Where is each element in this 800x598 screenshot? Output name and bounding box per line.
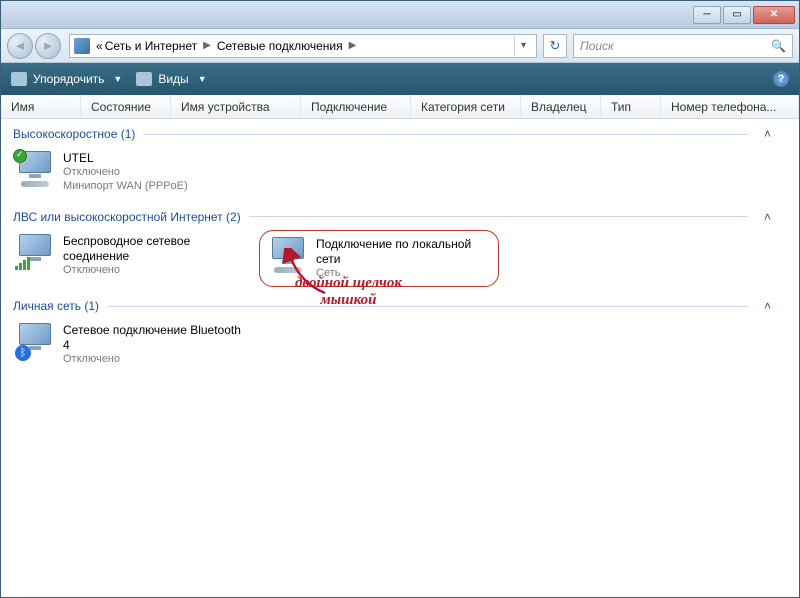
refresh-button[interactable]: ↻ <box>543 34 567 58</box>
connection-text: Беспроводное сетевое соединение Отключен… <box>63 234 247 278</box>
content-area: Высокоскоростное (1) ˄ UTEL Отключено Ми… <box>1 119 799 597</box>
connection-device: Минипорт WAN (PPPoE) <box>63 180 188 194</box>
connection-item-utel[interactable]: UTEL Отключено Минипорт WAN (PPPoE) <box>11 147 251 198</box>
views-label: Виды <box>158 72 188 86</box>
connection-name: UTEL <box>63 151 188 166</box>
forward-button[interactable]: ► <box>35 33 61 59</box>
group-items: UTEL Отключено Минипорт WAN (PPPoE) <box>1 145 799 206</box>
connection-name: Сетевое подключение Bluetooth 4 <box>63 323 247 353</box>
search-icon: 🔍 <box>771 39 786 53</box>
group-items: Беспроводное сетевое соединение Отключен… <box>1 228 799 296</box>
connection-text: Сетевое подключение Bluetooth 4 Отключен… <box>63 323 247 367</box>
connection-item-wireless[interactable]: Беспроводное сетевое соединение Отключен… <box>11 230 251 288</box>
organize-button[interactable]: Упорядочить ▼ <box>11 72 122 86</box>
back-button[interactable]: ◄ <box>7 33 33 59</box>
column-header[interactable]: Имя устройства <box>171 95 301 118</box>
collapse-icon[interactable]: ˄ <box>748 210 787 224</box>
help-button[interactable]: ? <box>773 71 789 87</box>
breadcrumb-sep: ▶ <box>199 40 215 51</box>
group-title: Личная сеть (1) <box>13 299 99 313</box>
search-input[interactable]: Поиск 🔍 <box>573 34 793 58</box>
column-header[interactable]: Имя <box>1 95 81 118</box>
breadcrumb-sep: ▶ <box>345 40 361 51</box>
connection-text: Подключение по локальной сети Сеть <box>316 237 490 281</box>
breadcrumb-item[interactable]: Сетевые подключения <box>217 39 343 53</box>
breadcrumb-item[interactable]: Сеть и Интернет <box>105 39 197 53</box>
nav-buttons: ◄ ► <box>7 33 63 59</box>
organize-label: Упорядочить <box>33 72 104 86</box>
explorer-window: ─ ▭ ✕ ◄ ► « Сеть и Интернет ▶ Сетевые по… <box>0 0 800 598</box>
connection-status: Отключено <box>63 166 188 180</box>
connection-item-bluetooth[interactable]: ᛒ Сетевое подключение Bluetooth 4 Отключ… <box>11 319 251 371</box>
minimize-button[interactable]: ─ <box>693 6 721 24</box>
breadcrumb-dropdown[interactable]: ▾ <box>514 36 532 56</box>
column-header[interactable]: Состояние <box>81 95 171 118</box>
group-header[interactable]: ЛВС или высокоскоростной Интернет (2) ˄ <box>1 206 799 228</box>
group-divider <box>107 306 748 307</box>
toolbar: Упорядочить ▼ Виды ▼ ? <box>1 63 799 95</box>
connection-name: Беспроводное сетевое соединение <box>63 234 247 264</box>
views-button[interactable]: Виды ▼ <box>136 72 206 86</box>
maximize-button[interactable]: ▭ <box>723 6 751 24</box>
column-header[interactable]: Номер телефона... <box>661 95 799 118</box>
column-header[interactable]: Тип <box>601 95 661 118</box>
connection-status: Сеть <box>316 267 490 281</box>
chevron-down-icon: ▼ <box>113 74 122 84</box>
collapse-icon[interactable]: ˄ <box>748 299 787 313</box>
close-button[interactable]: ✕ <box>753 6 795 24</box>
connection-item-lan[interactable]: Подключение по локальной сети Сеть <box>259 230 499 288</box>
breadcrumb-prefix: « <box>96 39 103 53</box>
group-divider <box>249 216 748 217</box>
group-title: ЛВС или высокоскоростной Интернет (2) <box>13 210 241 224</box>
group-header[interactable]: Личная сеть (1) ˄ <box>1 295 799 317</box>
collapse-icon[interactable]: ˄ <box>748 127 787 141</box>
connection-name: Подключение по локальной сети <box>316 237 490 267</box>
column-header[interactable]: Категория сети <box>411 95 521 118</box>
group-title: Высокоскоростное (1) <box>13 127 135 141</box>
organize-icon <box>11 72 27 86</box>
chevron-down-icon: ▼ <box>198 74 207 84</box>
search-placeholder: Поиск <box>580 39 614 53</box>
wifi-icon <box>15 234 55 270</box>
group-header[interactable]: Высокоскоростное (1) ˄ <box>1 123 799 145</box>
connection-status: Отключено <box>63 264 247 278</box>
group-items: ᛒ Сетевое подключение Bluetooth 4 Отключ… <box>1 317 799 379</box>
lan-icon <box>268 237 308 273</box>
titlebar: ─ ▭ ✕ <box>1 1 799 29</box>
group-divider <box>143 134 748 135</box>
connection-text: UTEL Отключено Минипорт WAN (PPPoE) <box>63 151 188 194</box>
views-icon <box>136 72 152 86</box>
column-header[interactable]: Подключение <box>301 95 411 118</box>
address-bar: ◄ ► « Сеть и Интернет ▶ Сетевые подключе… <box>1 29 799 63</box>
location-icon <box>74 38 90 54</box>
dialup-icon <box>15 151 55 187</box>
breadcrumb[interactable]: « Сеть и Интернет ▶ Сетевые подключения … <box>69 34 537 58</box>
bluetooth-icon: ᛒ <box>15 323 55 359</box>
column-headers: Имя Состояние Имя устройства Подключение… <box>1 95 799 119</box>
connection-status: Отключено <box>63 353 247 367</box>
column-header[interactable]: Владелец <box>521 95 601 118</box>
